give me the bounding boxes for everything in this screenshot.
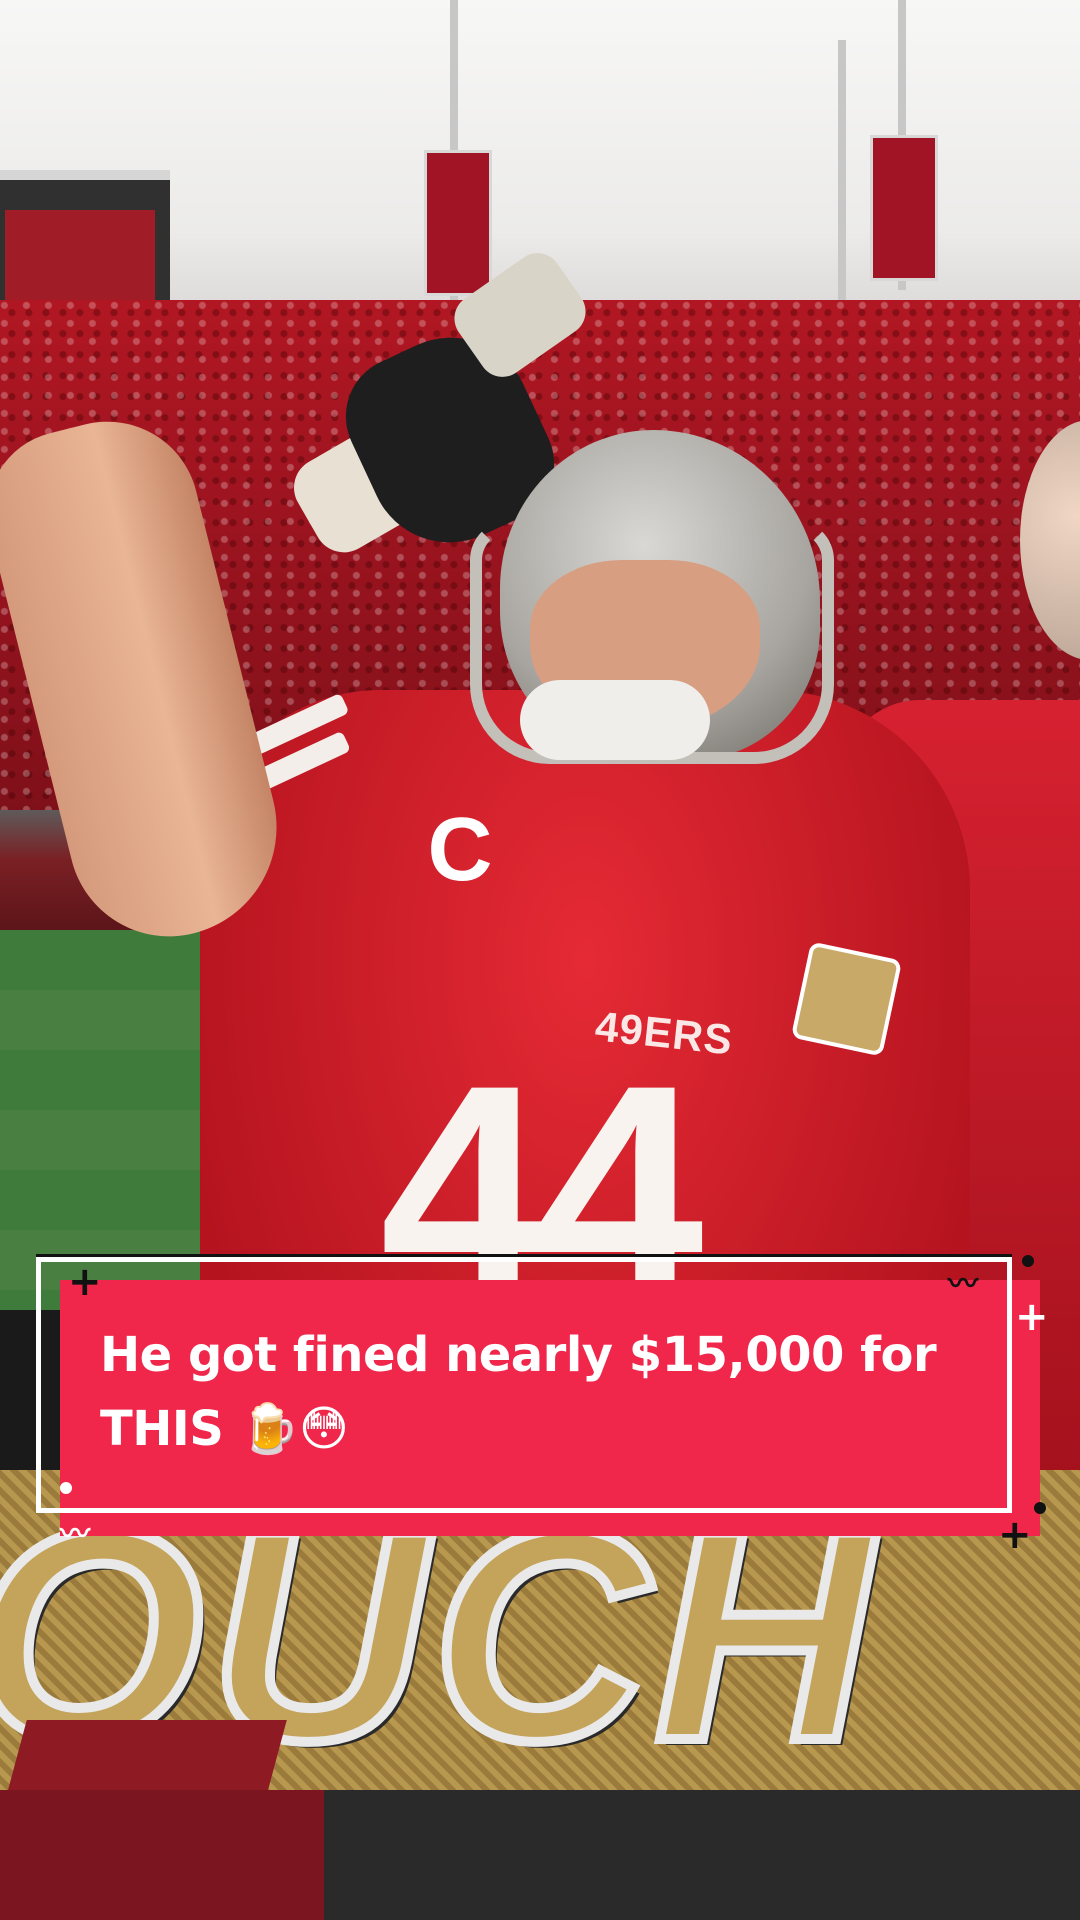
- stadium-banner: [870, 135, 938, 281]
- caption-frame: [36, 1257, 1012, 1513]
- dot-icon: [60, 1482, 72, 1494]
- plus-sparkle-icon: +: [998, 1512, 1032, 1558]
- graphic-bottom-bar: [0, 1790, 1080, 1920]
- zigzag-icon: 〰: [60, 1517, 90, 1552]
- plus-sparkle-icon: +: [68, 1259, 102, 1305]
- captain-patch: C: [427, 800, 493, 900]
- plus-sparkle-icon: +: [1015, 1294, 1049, 1340]
- dot-icon: [1034, 1502, 1046, 1514]
- stadium-banner: [424, 150, 492, 296]
- light-pole: [838, 40, 846, 300]
- video-frame[interactable]: C 49ERS 44 OUCH He got fined nearly $15,…: [0, 0, 1080, 1920]
- zigzag-icon: 〰: [948, 1267, 978, 1302]
- dot-icon: [1022, 1255, 1034, 1267]
- mouthguard: [520, 680, 710, 760]
